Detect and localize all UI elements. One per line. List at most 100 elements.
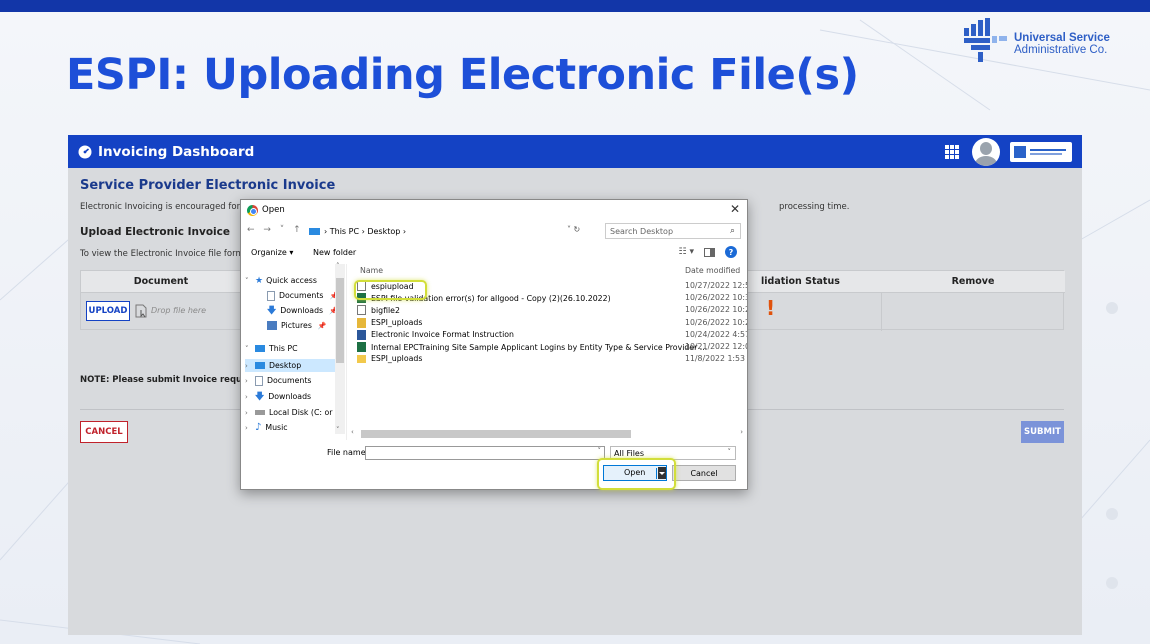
search-placeholder: Search Desktop — [610, 226, 674, 236]
nav-item[interactable]: ˅ ★ Quick access — [245, 274, 317, 287]
file-date: 10/26/2022 10:26 — [685, 305, 747, 315]
usac-logo-text: Universal Service Administrative Co. — [1014, 32, 1110, 56]
zip-file-icon — [357, 317, 366, 328]
organize-menu[interactable]: Organize ▾ — [251, 248, 293, 257]
nav-item-label: Documents — [267, 376, 312, 385]
file-row[interactable]: ESPI_uploads 11/8/2022 1:53 PM — [357, 354, 747, 366]
nav-chevron-icon[interactable]: › — [245, 362, 255, 370]
this-pc-icon — [309, 227, 320, 235]
preview-pane-icon[interactable] — [704, 247, 715, 257]
nav-item[interactable]: › ♪ Music — [245, 421, 288, 434]
remove-column-header: Remove — [881, 271, 1065, 293]
apps-grid-icon[interactable] — [945, 145, 959, 159]
submit-button[interactable]: SUBMIT — [1021, 421, 1064, 443]
navigation-arrows[interactable]: ← → ˅ ↑ — [247, 225, 304, 235]
nav-item-label: This PC — [269, 344, 298, 353]
upload-button[interactable]: UPLOAD — [86, 301, 130, 321]
address-controls[interactable]: ˅ ↻ — [567, 225, 580, 234]
nav-item[interactable]: 🡇 Downloads 📌 — [245, 304, 338, 317]
file-date: 10/26/2022 10:36 — [685, 293, 747, 303]
chevron-down-icon[interactable]: ˅ — [598, 447, 602, 455]
drop-file-icon — [135, 304, 147, 318]
folder-file-icon — [357, 354, 366, 363]
picture-icon — [267, 321, 277, 330]
file-name: ESPI_uploads — [371, 354, 423, 364]
dialog-cancel-button[interactable]: Cancel — [672, 465, 736, 481]
dialog-toolbar: Organize ▾ New folder ☷ ▾ ? — [241, 246, 747, 262]
nav-chevron-icon[interactable]: › — [245, 377, 255, 385]
date-modified-column-header[interactable]: Date modified — [685, 266, 740, 275]
column-divider — [881, 293, 882, 331]
nav-item-label: Local Disk (C: or — [269, 408, 333, 417]
nav-item[interactable]: Pictures 📌 — [245, 319, 327, 332]
nav-chevron-icon[interactable]: › — [245, 409, 255, 417]
view-options-icon[interactable]: ☷ ▾ — [679, 247, 694, 257]
search-input[interactable]: Search Desktop ⌕ — [605, 223, 741, 239]
usac-logo-line1: Universal Service — [1014, 32, 1110, 44]
file-date: 10/21/2022 12:01 — [685, 342, 747, 351]
nav-chevron-icon[interactable]: ˅ — [245, 345, 255, 353]
drop-zone-text[interactable]: Drop file here — [151, 306, 206, 315]
chrome-icon — [247, 204, 258, 216]
name-column-header[interactable]: Name — [360, 266, 383, 275]
nav-item[interactable]: › Documents — [245, 374, 311, 387]
file-row[interactable]: Internal EPCTraining Site Sample Applica… — [357, 342, 747, 354]
file-row[interactable]: Electronic Invoice Format Instruction 10/… — [357, 329, 747, 342]
desktop-icon — [255, 362, 265, 369]
file-date: 11/8/2022 1:53 PM — [685, 354, 747, 364]
file-name-input[interactable]: ˅ — [365, 446, 605, 460]
nav-item[interactable]: Documents 📌 — [245, 289, 338, 302]
usac-mark-icon — [964, 18, 1007, 62]
search-icon: ⌕ — [729, 226, 735, 236]
download-icon: 🡇 — [267, 305, 277, 316]
view-tools: ☷ ▾ ? — [679, 246, 737, 258]
file-row[interactable]: bigfile2 10/26/2022 10:26 — [357, 305, 747, 317]
doc-icon — [267, 290, 275, 301]
dialog-titlebar: Open ✕ — [241, 200, 747, 220]
close-icon[interactable]: ✕ — [730, 202, 740, 216]
nav-item[interactable]: › Local Disk (C: or — [245, 406, 332, 419]
nav-item-label: Downloads — [280, 306, 324, 315]
txt-file-icon — [357, 305, 366, 316]
star-icon: ★ — [255, 275, 264, 286]
file-date: 10/26/2022 10:26 — [685, 317, 747, 327]
highlight-open-button — [597, 458, 676, 490]
file-type-value: All Files — [614, 448, 645, 458]
file-name-cell: ESPI_uploads — [357, 354, 422, 363]
file-name: Electronic Invoice Format Instruction — [371, 330, 514, 340]
download-icon: 🡇 — [255, 391, 265, 402]
disk-icon — [255, 410, 265, 415]
nav-item-label: Desktop — [269, 361, 302, 370]
validation-warning-icon: ! — [766, 296, 776, 320]
document-column-header: Document — [81, 271, 241, 293]
doc-icon — [255, 375, 263, 386]
file-name-cell: Electronic Invoice Format Instruction — [357, 329, 514, 340]
file-date: 10/27/2022 12:54 — [685, 281, 747, 290]
xls-file-icon — [357, 342, 366, 352]
slide-title: ESPI: Uploading Electronic File(s) — [66, 50, 859, 100]
file-name-label: File name: — [327, 448, 369, 457]
cancel-button[interactable]: CANCEL — [80, 421, 128, 443]
note-text: NOTE: Please submit Invoice requests — [80, 375, 263, 385]
address-path: › This PC › Desktop › — [324, 226, 407, 236]
help-icon[interactable]: ? — [725, 246, 737, 258]
format-info-text: To view the Electronic Invoice file form… — [80, 249, 253, 259]
address-bar[interactable]: › This PC › Desktop › — [307, 223, 587, 239]
nav-scrollbar[interactable]: ˄ ˅ — [335, 262, 345, 434]
nav-chevron-icon[interactable]: › — [245, 393, 255, 401]
nav-item[interactable]: › 🡇 Downloads — [245, 390, 311, 403]
nav-chevron-icon[interactable]: › — [245, 424, 255, 432]
pc-icon — [255, 345, 265, 352]
file-row[interactable]: ESPI_uploads 10/26/2022 10:26 — [357, 317, 747, 330]
slide: ESPI: Uploading Electronic File(s) Unive… — [0, 0, 1150, 644]
open-file-dialog: Open ✕ ← → ˅ ↑ › This PC › Desktop › ˅ ↻… — [240, 199, 748, 490]
file-name-cell: bigfile2 — [357, 305, 400, 316]
nav-item[interactable]: ˅ This PC — [245, 342, 298, 355]
file-list-scrollbar[interactable]: ‹ › — [349, 428, 747, 439]
new-folder-button[interactable]: New folder — [313, 248, 356, 257]
nav-chevron-icon[interactable]: ˅ — [245, 277, 255, 285]
nav-item[interactable]: › Desktop — [245, 359, 339, 372]
user-avatar[interactable] — [972, 138, 1000, 166]
music-icon: ♪ — [255, 422, 262, 433]
nav-item-label: Documents — [279, 291, 324, 300]
